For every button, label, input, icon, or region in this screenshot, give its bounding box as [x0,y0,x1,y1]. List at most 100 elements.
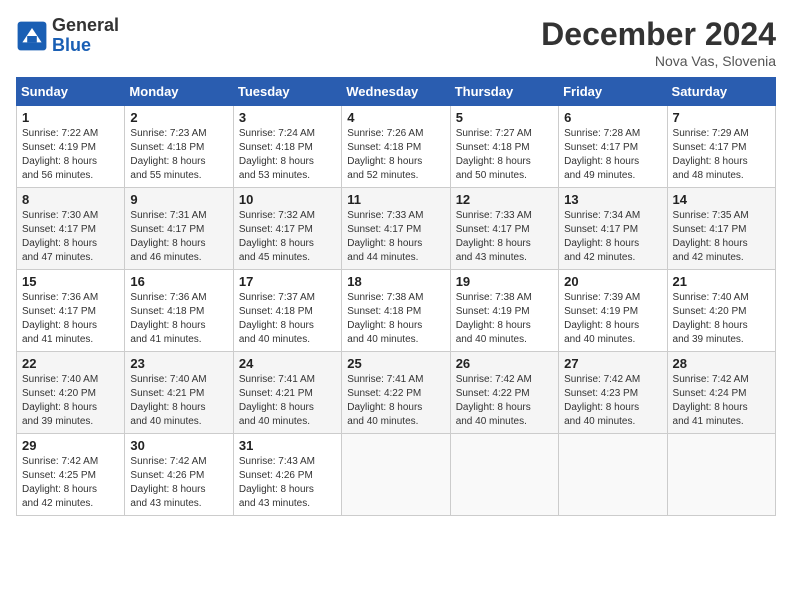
calendar-cell: 28Sunrise: 7:42 AMSunset: 4:24 PMDayligh… [667,352,775,434]
calendar-cell: 14 Sunrise: 7:35 AMSunset: 4:17 PMDayligh… [667,188,775,270]
day-number: 25 [347,356,444,371]
calendar-week-row: 1 Sunrise: 7:22 AMSunset: 4:19 PMDaylight… [17,106,776,188]
day-number: 9 [130,192,227,207]
day-info: Sunrise: 7:40 AMSunset: 4:20 PMDaylight:… [22,373,119,429]
day-info: Sunrise: 7:41 AMSunset: 4:21 PMDaylight:… [239,373,336,429]
calendar-cell [667,434,775,516]
day-info: Sunrise: 7:39 AMSunset: 4:19 PMDaylight:… [564,291,661,347]
calendar-cell: 11 Sunrise: 7:33 AMSunset: 4:17 PMDayligh… [342,188,450,270]
calendar-cell: 7 Sunrise: 7:29 AMSunset: 4:17 PMDaylight… [667,106,775,188]
day-number: 30 [130,438,227,453]
month-title: December 2024 [541,16,776,53]
day-info: Sunrise: 7:36 AMSunset: 4:17 PMDaylight:… [22,291,119,347]
calendar-cell: 31 Sunrise: 7:43 AMSunset: 4:26 PMDayligh… [233,434,341,516]
day-info: Sunrise: 7:33 AMSunset: 4:17 PMDaylight:… [347,209,444,265]
day-info: Sunrise: 7:36 AMSunset: 4:18 PMDaylight:… [130,291,227,347]
day-info: Sunrise: 7:31 AMSunset: 4:17 PMDaylight:… [130,209,227,265]
day-info: Sunrise: 7:26 AMSunset: 4:18 PMDaylight:… [347,127,444,183]
day-info: Sunrise: 7:29 AMSunset: 4:17 PMDaylight:… [673,127,770,183]
location: Nova Vas, Slovenia [541,53,776,69]
day-number: 20 [564,274,661,289]
calendar-cell: 23 Sunrise: 7:40 AMSunset: 4:21 PMDayligh… [125,352,233,434]
day-info: Sunrise: 7:38 AMSunset: 4:19 PMDaylight:… [456,291,553,347]
day-info: Sunrise: 7:32 AMSunset: 4:17 PMDaylight:… [239,209,336,265]
day-number: 17 [239,274,336,289]
calendar-cell: 16 Sunrise: 7:36 AMSunset: 4:18 PMDayligh… [125,270,233,352]
calendar-cell [342,434,450,516]
day-number: 1 [22,110,119,125]
calendar-week-row: 8 Sunrise: 7:30 AMSunset: 4:17 PMDaylight… [17,188,776,270]
day-info: Sunrise: 7:30 AMSunset: 4:17 PMDaylight:… [22,209,119,265]
logo-text: General Blue [52,16,119,56]
calendar-cell: 2 Sunrise: 7:23 AMSunset: 4:18 PMDaylight… [125,106,233,188]
calendar-cell: 3Sunrise: 7:24 AMSunset: 4:18 PMDaylight… [233,106,341,188]
weekday-header-tuesday: Tuesday [233,78,341,106]
day-info: Sunrise: 7:42 AMSunset: 4:25 PMDaylight:… [22,455,119,511]
day-number: 6 [564,110,661,125]
day-number: 24 [239,356,336,371]
day-info: Sunrise: 7:34 AMSunset: 4:17 PMDaylight:… [564,209,661,265]
day-info: Sunrise: 7:41 AMSunset: 4:22 PMDaylight:… [347,373,444,429]
day-number: 3 [239,110,336,125]
day-number: 15 [22,274,119,289]
day-info: Sunrise: 7:37 AMSunset: 4:18 PMDaylight:… [239,291,336,347]
calendar-cell: 20 Sunrise: 7:39 AMSunset: 4:19 PMDayligh… [559,270,667,352]
day-info: Sunrise: 7:27 AMSunset: 4:18 PMDaylight:… [456,127,553,183]
day-number: 31 [239,438,336,453]
calendar-cell: 18Sunrise: 7:38 AMSunset: 4:18 PMDayligh… [342,270,450,352]
day-number: 13 [564,192,661,207]
day-info: Sunrise: 7:38 AMSunset: 4:18 PMDaylight:… [347,291,444,347]
day-info: Sunrise: 7:23 AMSunset: 4:18 PMDaylight:… [130,127,227,183]
day-number: 27 [564,356,661,371]
day-number: 5 [456,110,553,125]
day-info: Sunrise: 7:42 AMSunset: 4:26 PMDaylight:… [130,455,227,511]
day-number: 23 [130,356,227,371]
calendar-cell: 8 Sunrise: 7:30 AMSunset: 4:17 PMDaylight… [17,188,125,270]
day-number: 16 [130,274,227,289]
calendar-cell: 10 Sunrise: 7:32 AMSunset: 4:17 PMDayligh… [233,188,341,270]
day-info: Sunrise: 7:43 AMSunset: 4:26 PMDaylight:… [239,455,336,511]
day-info: Sunrise: 7:40 AMSunset: 4:20 PMDaylight:… [673,291,770,347]
calendar-week-row: 29Sunrise: 7:42 AMSunset: 4:25 PMDayligh… [17,434,776,516]
day-info: Sunrise: 7:35 AMSunset: 4:17 PMDaylight:… [673,209,770,265]
day-number: 21 [673,274,770,289]
day-number: 7 [673,110,770,125]
day-number: 4 [347,110,444,125]
weekday-header-thursday: Thursday [450,78,558,106]
day-number: 8 [22,192,119,207]
weekday-header-friday: Friday [559,78,667,106]
calendar-cell: 22 Sunrise: 7:40 AMSunset: 4:20 PMDayligh… [17,352,125,434]
calendar-cell: 12 Sunrise: 7:33 AMSunset: 4:17 PMDayligh… [450,188,558,270]
calendar-cell: 21 Sunrise: 7:40 AMSunset: 4:20 PMDayligh… [667,270,775,352]
calendar-cell: 1 Sunrise: 7:22 AMSunset: 4:19 PMDaylight… [17,106,125,188]
calendar-cell: 13 Sunrise: 7:34 AMSunset: 4:17 PMDayligh… [559,188,667,270]
calendar-cell: 15 Sunrise: 7:36 AMSunset: 4:17 PMDayligh… [17,270,125,352]
day-number: 19 [456,274,553,289]
logo: General Blue [16,16,119,56]
day-number: 22 [22,356,119,371]
day-number: 12 [456,192,553,207]
calendar-cell: 5 Sunrise: 7:27 AMSunset: 4:18 PMDaylight… [450,106,558,188]
day-info: Sunrise: 7:22 AMSunset: 4:19 PMDaylight:… [22,127,119,183]
day-info: Sunrise: 7:42 AMSunset: 4:22 PMDaylight:… [456,373,553,429]
weekday-header-wednesday: Wednesday [342,78,450,106]
calendar-cell: 26 Sunrise: 7:42 AMSunset: 4:22 PMDayligh… [450,352,558,434]
calendar-cell [559,434,667,516]
calendar-week-row: 22 Sunrise: 7:40 AMSunset: 4:20 PMDayligh… [17,352,776,434]
day-info: Sunrise: 7:33 AMSunset: 4:17 PMDaylight:… [456,209,553,265]
day-info: Sunrise: 7:28 AMSunset: 4:17 PMDaylight:… [564,127,661,183]
calendar-cell: 27 Sunrise: 7:42 AMSunset: 4:23 PMDayligh… [559,352,667,434]
day-number: 14 [673,192,770,207]
calendar-cell: 17 Sunrise: 7:37 AMSunset: 4:18 PMDayligh… [233,270,341,352]
calendar-body: 1 Sunrise: 7:22 AMSunset: 4:19 PMDaylight… [17,106,776,516]
calendar-cell: 30 Sunrise: 7:42 AMSunset: 4:26 PMDayligh… [125,434,233,516]
day-number: 10 [239,192,336,207]
day-info: Sunrise: 7:40 AMSunset: 4:21 PMDaylight:… [130,373,227,429]
day-info: Sunrise: 7:42 AMSunset: 4:23 PMDaylight:… [564,373,661,429]
weekday-header-monday: Monday [125,78,233,106]
title-area: December 2024 Nova Vas, Slovenia [541,16,776,69]
day-number: 2 [130,110,227,125]
day-number: 26 [456,356,553,371]
day-number: 11 [347,192,444,207]
calendar-cell [450,434,558,516]
